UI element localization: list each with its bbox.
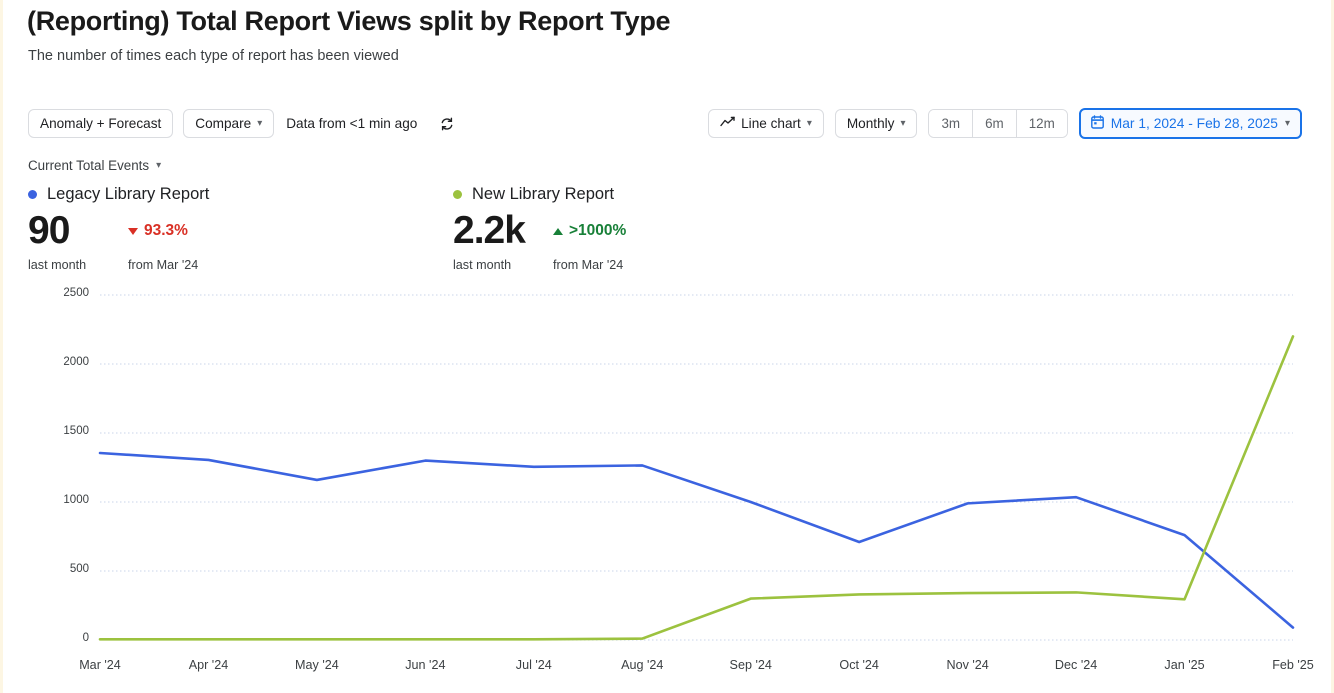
refresh-icon[interactable] <box>437 114 457 134</box>
dashboard-page: (Reporting) Total Report Views split by … <box>0 0 1334 693</box>
stat-header: New Library Report <box>453 185 878 204</box>
chart-type-label: Line chart <box>741 116 801 131</box>
stat-summary-group: Legacy Library Report 90 last month 93.3… <box>28 185 878 272</box>
date-range-label: Mar 1, 2024 - Feb 28, 2025 <box>1110 116 1278 131</box>
stat-delta-row: >1000% <box>553 212 626 250</box>
stat-body: 90 last month 93.3% from Mar '24 <box>28 209 453 272</box>
stat-card-legacy-library-report: Legacy Library Report 90 last month 93.3… <box>28 185 453 272</box>
arrow-up-icon <box>553 227 563 235</box>
chart-area: Totals 25002000150010005000 Mar '24Apr '… <box>3 280 1334 693</box>
stat-delta-caption: from Mar '24 <box>128 258 199 272</box>
anomaly-forecast-label: Anomaly + Forecast <box>40 116 162 131</box>
stat-value-caption: last month <box>28 258 87 272</box>
stat-value: 90 <box>28 209 70 252</box>
stat-delta-block: >1000% from Mar '24 <box>553 212 626 272</box>
toolbar-right: Line chart ▾ Monthly ▾ 3m 6m 12m Mar 1, … <box>708 108 1302 139</box>
arrow-down-icon <box>128 227 138 235</box>
range-segmented-control: 3m 6m 12m <box>928 109 1068 138</box>
range-3m[interactable]: 3m <box>929 110 974 137</box>
stat-body: 2.2k last month >1000% from Mar '24 <box>453 209 878 272</box>
x-axis-tick-label: Mar '24 <box>79 658 121 672</box>
granularity-dropdown[interactable]: Monthly ▾ <box>834 109 918 138</box>
x-axis-tick-label: May '24 <box>295 658 339 672</box>
stat-delta-caption: from Mar '24 <box>553 258 624 272</box>
series-name: New Library Report <box>472 185 615 203</box>
chevron-down-icon: ▾ <box>156 159 162 171</box>
series-line[interactable] <box>98 451 1295 629</box>
compare-label: Compare <box>195 116 252 131</box>
x-axis-tick-label: Jan '25 <box>1164 658 1205 672</box>
stat-delta-block: 93.3% from Mar '24 <box>128 212 198 272</box>
compare-dropdown[interactable]: Compare ▾ <box>183 109 275 138</box>
x-axis-tick-label: Apr '24 <box>188 658 229 672</box>
stat-value-block: 2.2k last month <box>453 209 545 272</box>
toolbar-left: Anomaly + Forecast Compare ▾ Data from <… <box>28 109 457 138</box>
stat-header: Legacy Library Report <box>28 185 453 204</box>
x-axis-tick-label: Nov '24 <box>946 658 989 672</box>
x-axis-tick-label: Sep '24 <box>729 658 772 672</box>
x-axis-tick-label: Jul '24 <box>515 658 552 672</box>
stat-value: 2.2k <box>453 209 526 252</box>
calendar-icon <box>1090 115 1104 132</box>
metric-selector[interactable]: Current Total Events ▾ <box>28 158 161 173</box>
series-line[interactable] <box>98 335 1295 641</box>
stat-delta-row: 93.3% <box>128 212 198 250</box>
chevron-down-icon: ▾ <box>900 117 906 129</box>
anomaly-forecast-button[interactable]: Anomaly + Forecast <box>28 109 174 138</box>
metric-selector-label: Current Total Events <box>28 158 150 173</box>
x-axis-tick-label: Aug '24 <box>621 658 664 672</box>
x-axis-tick-label: Feb '25 <box>1272 658 1314 672</box>
stat-card-new-library-report: New Library Report 2.2k last month >1000… <box>453 185 878 272</box>
x-axis-ticks: Mar '24 Apr '24 May '24 Jun '24 Jul '24 Aug '… <box>3 658 1334 688</box>
x-axis-tick-label: Jun '24 <box>405 658 446 672</box>
x-axis-tick-label: Dec '24 <box>1054 658 1098 672</box>
stat-delta-value: 93.3% <box>144 222 188 239</box>
page-title: (Reporting) Total Report Views split by … <box>27 6 671 36</box>
series-name: Legacy Library Report <box>47 185 210 203</box>
chart-type-dropdown[interactable]: Line chart ▾ <box>708 109 824 138</box>
x-axis-tick-label: Oct '24 <box>839 658 879 672</box>
stat-value-caption: last month <box>453 258 512 272</box>
page-subtitle: The number of times each type of report … <box>28 48 399 64</box>
date-range-picker[interactable]: Mar 1, 2024 - Feb 28, 2025 ▾ <box>1078 108 1302 139</box>
granularity-label: Monthly <box>846 116 895 131</box>
line-chart-icon <box>720 116 735 131</box>
series-color-dot <box>28 190 37 199</box>
stat-value-block: 90 last month <box>28 209 120 272</box>
data-freshness-label: Data from <1 min ago <box>286 116 418 131</box>
line-chart-plot <box>98 294 1295 641</box>
range-12m[interactable]: 12m <box>1016 110 1067 137</box>
chevron-down-icon: ▾ <box>806 117 812 129</box>
stat-delta-value: >1000% <box>569 222 627 239</box>
series-color-dot <box>453 190 462 199</box>
chevron-down-icon: ▾ <box>1284 117 1290 129</box>
chevron-down-icon: ▾ <box>257 117 263 129</box>
range-6m[interactable]: 6m <box>973 110 1017 137</box>
